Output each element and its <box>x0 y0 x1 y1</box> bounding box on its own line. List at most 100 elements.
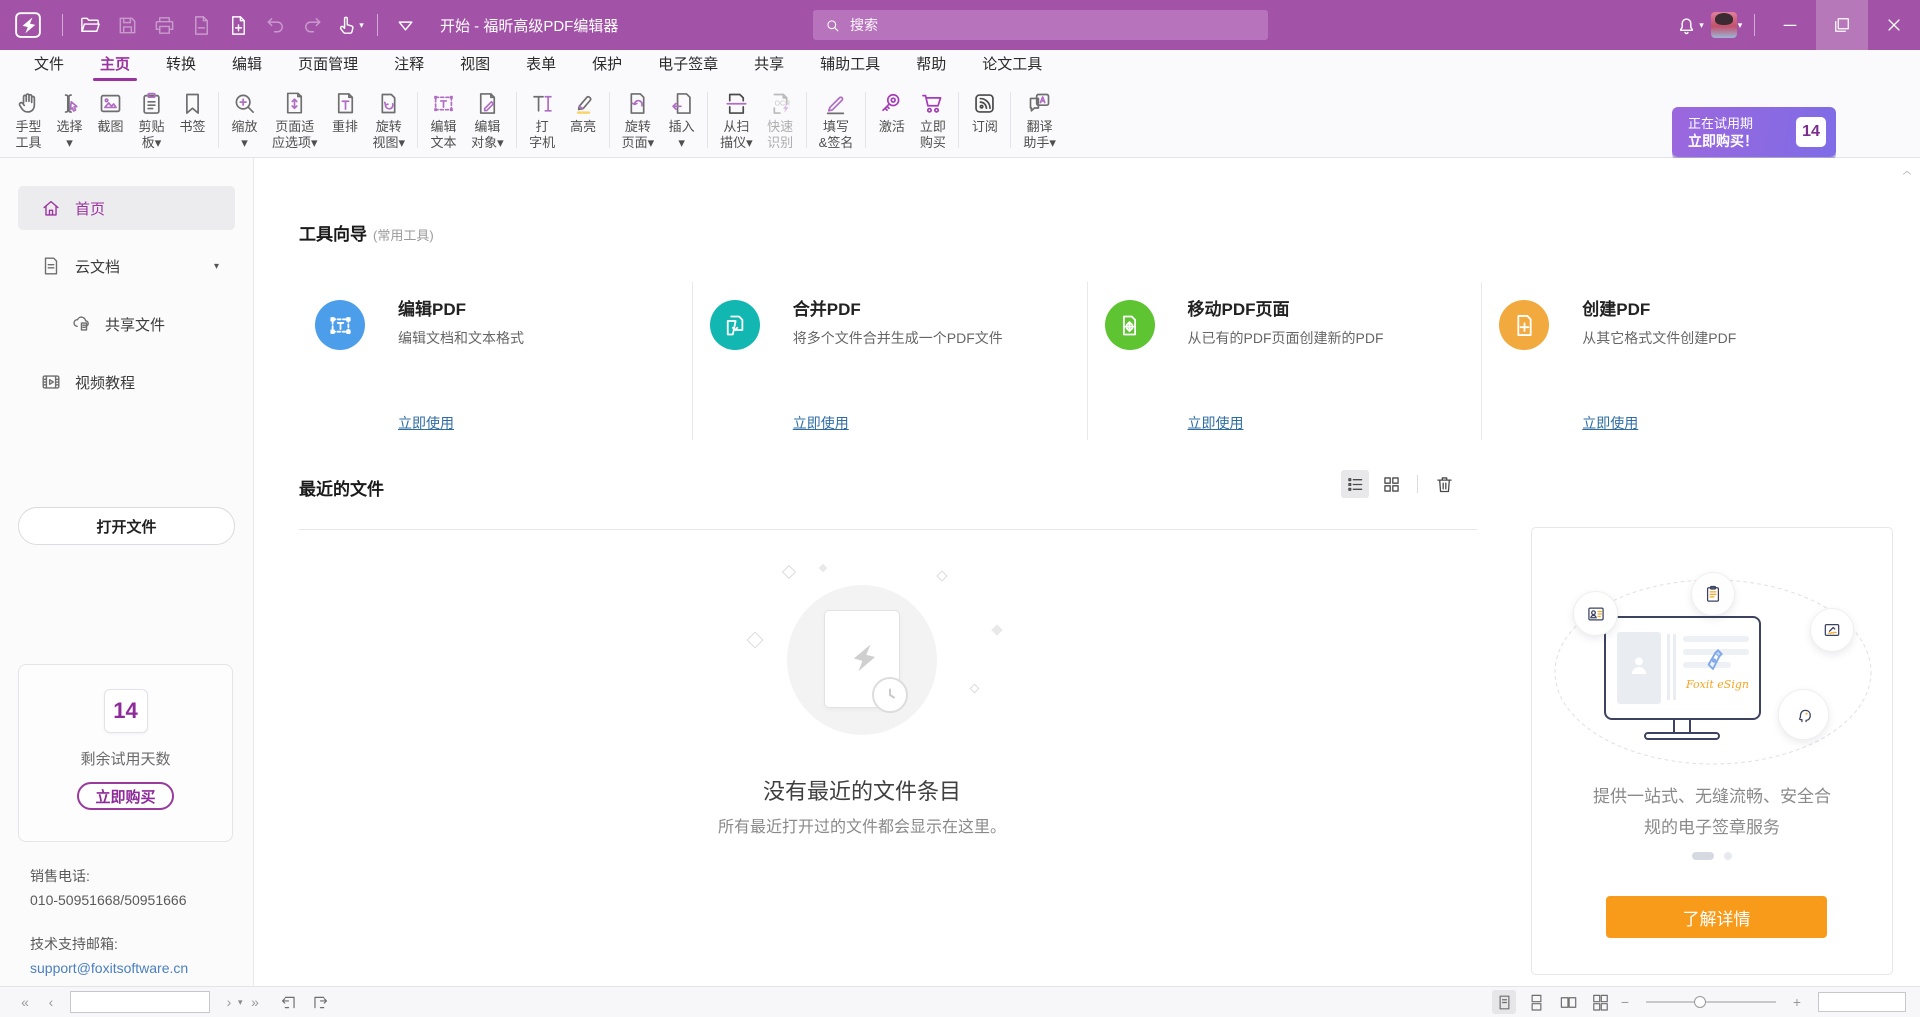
first-page-button[interactable]: « <box>12 990 38 1014</box>
last-page-button[interactable]: » <box>242 990 268 1014</box>
ribbon-zoom-button[interactable]: 缩放▾ <box>224 89 265 152</box>
menu-tab-文件[interactable]: 文件 <box>16 50 82 82</box>
list-view-button[interactable] <box>1341 470 1369 498</box>
trial-purchase-badge[interactable]: 正在试用期 立即购买！ 14 <box>1672 107 1836 157</box>
use-now-link[interactable]: 立即使用 <box>398 413 454 433</box>
ribbon-select-button[interactable]: 选择▾ <box>49 89 90 152</box>
menu-tab-表单[interactable]: 表单 <box>508 50 574 82</box>
zoom-in-button[interactable]: + <box>1784 990 1810 1014</box>
undo-button[interactable] <box>257 7 294 43</box>
ribbon-bookmark-button[interactable]: 书签 <box>172 89 213 136</box>
ribbon-activate-button[interactable]: 激活 <box>871 89 912 136</box>
ribbon-clipboard-button[interactable]: 剪贴板▾ <box>131 89 172 152</box>
ribbon-snapshot-button[interactable]: 截图 <box>90 89 131 136</box>
use-now-link[interactable]: 立即使用 <box>793 413 849 433</box>
left-sidebar: 首页云文档▾共享文件视频教程 打开文件 14 剩余试用天数 立即购买 销售电话:… <box>0 158 254 986</box>
close-button[interactable] <box>1868 0 1920 50</box>
ribbon-highlight-button[interactable]: 高亮 <box>563 89 604 136</box>
search-box[interactable] <box>813 10 1268 40</box>
facing-continuous-view-button[interactable] <box>1588 990 1612 1014</box>
next-page-button[interactable]: › <box>216 990 242 1014</box>
hide-ribbon-button[interactable] <box>387 7 424 43</box>
sidebar-item-video-tutorials[interactable]: 视频教程 <box>18 360 235 404</box>
ribbon-subscribe-button[interactable]: 订阅 <box>964 89 1005 136</box>
save-button[interactable] <box>109 7 146 43</box>
next-view-button[interactable] <box>308 990 332 1014</box>
use-now-link[interactable]: 立即使用 <box>1188 413 1244 433</box>
search-input[interactable] <box>850 17 1257 33</box>
ribbon-rotate-pages-button[interactable]: 旋转页面▾ <box>615 89 662 152</box>
remove-page-button[interactable] <box>183 7 220 43</box>
hand-pointer-dropdown-arrow[interactable]: ▾ <box>359 20 364 31</box>
page-number-input[interactable] <box>71 995 238 1009</box>
grid-view-button[interactable] <box>1377 470 1405 498</box>
menu-tab-保护[interactable]: 保护 <box>574 50 640 82</box>
zoom-percentage-box[interactable] <box>1818 992 1906 1012</box>
account-dropdown-arrow[interactable]: ▾ <box>1738 20 1743 31</box>
notifications-dropdown-arrow[interactable]: ▾ <box>1699 20 1704 31</box>
ribbon-edit-object-button[interactable]: 编辑对象▾ <box>464 89 511 152</box>
zoom-slider-thumb[interactable] <box>1694 996 1706 1008</box>
clear-recent-button[interactable] <box>1430 470 1458 498</box>
buy-now-button[interactable]: 立即购买 <box>77 782 173 810</box>
print-button[interactable] <box>146 7 183 43</box>
menu-tab-视图[interactable]: 视图 <box>442 50 508 82</box>
menu-tab-共享[interactable]: 共享 <box>736 50 802 82</box>
continuous-view-button[interactable] <box>1524 990 1548 1014</box>
menu-tab-帮助[interactable]: 帮助 <box>898 50 964 82</box>
ribbon-rotate-view-button[interactable]: 旋转视图▾ <box>366 89 413 152</box>
notifications-button[interactable]: ▾ <box>1671 7 1708 43</box>
menu-tab-编辑[interactable]: 编辑 <box>214 50 280 82</box>
restore-window-button[interactable] <box>1816 0 1868 50</box>
ribbon-insert-pages-button[interactable]: 插入▾ <box>661 89 702 152</box>
ribbon-buy-now-label: 立即购买 <box>920 119 946 151</box>
open-file-button[interactable] <box>72 7 109 43</box>
facing-view-button[interactable] <box>1556 990 1580 1014</box>
ribbon-buy-now-button[interactable]: 立即购买 <box>912 89 953 152</box>
menu-tab-辅助工具[interactable]: 辅助工具 <box>802 50 898 82</box>
account-button[interactable]: ▾ <box>1708 7 1745 43</box>
menu-tab-转换[interactable]: 转换 <box>148 50 214 82</box>
menu-tab-主页[interactable]: 主页 <box>82 50 148 82</box>
ribbon-typewriter-button[interactable]: 打字机 <box>522 89 563 152</box>
ribbon-fill-sign-button[interactable]: 填写&签名 <box>812 89 861 152</box>
menu-tab-电子签章[interactable]: 电子签章 <box>640 50 736 82</box>
support-email-link[interactable]: support@foxitsoftware.cn <box>30 956 188 980</box>
ribbon-translate-assistant-label: 翻译助手▾ <box>1023 119 1056 151</box>
use-now-link[interactable]: 立即使用 <box>1582 413 1638 433</box>
sidebar-item-cloud-docs[interactable]: 云文档▾ <box>18 244 235 288</box>
chevron-down-icon[interactable]: ▾ <box>214 261 219 272</box>
open-file-big-button[interactable]: 打开文件 <box>18 507 235 545</box>
ribbon-typewriter-label: 打字机 <box>529 119 555 151</box>
zoom-out-button[interactable]: − <box>1612 990 1638 1014</box>
ribbon-from-scanner-button[interactable]: 从扫描仪▾ <box>713 89 760 152</box>
menu-tab-注释[interactable]: 注释 <box>376 50 442 82</box>
carousel-dot[interactable] <box>1724 852 1732 860</box>
next-view-icon <box>311 993 330 1012</box>
minimize-button[interactable] <box>1764 0 1816 50</box>
sidebar-item-shared-files[interactable]: 共享文件 <box>18 302 235 346</box>
ribbon-edit-text-button[interactable]: 编辑文本 <box>423 89 464 152</box>
sidebar-item-home[interactable]: 首页 <box>18 186 235 230</box>
chevron-up-icon[interactable] <box>1900 166 1914 180</box>
previous-view-button[interactable] <box>276 990 300 1014</box>
zoom-percentage-input[interactable] <box>1819 993 1905 1011</box>
add-page-button[interactable] <box>220 7 257 43</box>
previous-page-button[interactable]: ‹ <box>38 990 64 1014</box>
user-avatar[interactable] <box>1711 12 1737 38</box>
ribbon-translate-assistant-button[interactable]: 翻译助手▾ <box>1016 89 1063 152</box>
menu-tab-页面管理[interactable]: 页面管理 <box>280 50 376 82</box>
page-number-combobox[interactable]: ▾ <box>70 991 210 1013</box>
single-page-view-button[interactable] <box>1492 990 1516 1014</box>
ribbon-page-fit-button[interactable]: 页面适应选项▾ <box>265 89 325 152</box>
redo-button[interactable] <box>294 7 331 43</box>
ribbon-quick-ocr-button[interactable]: OCR快速识别 <box>760 89 801 152</box>
ribbon-reflow-button[interactable]: 重排 <box>325 89 366 136</box>
menu-tab-论文工具[interactable]: 论文工具 <box>964 50 1060 82</box>
hand-pointer-button[interactable]: ▾ <box>331 7 368 43</box>
clock-icon <box>872 677 908 713</box>
learn-more-button[interactable]: 了解详情 <box>1606 896 1827 938</box>
ribbon-hand-tool-button[interactable]: 手型工具 <box>8 89 49 152</box>
carousel-dot-active[interactable] <box>1692 852 1714 860</box>
zoom-slider[interactable] <box>1646 992 1776 1012</box>
